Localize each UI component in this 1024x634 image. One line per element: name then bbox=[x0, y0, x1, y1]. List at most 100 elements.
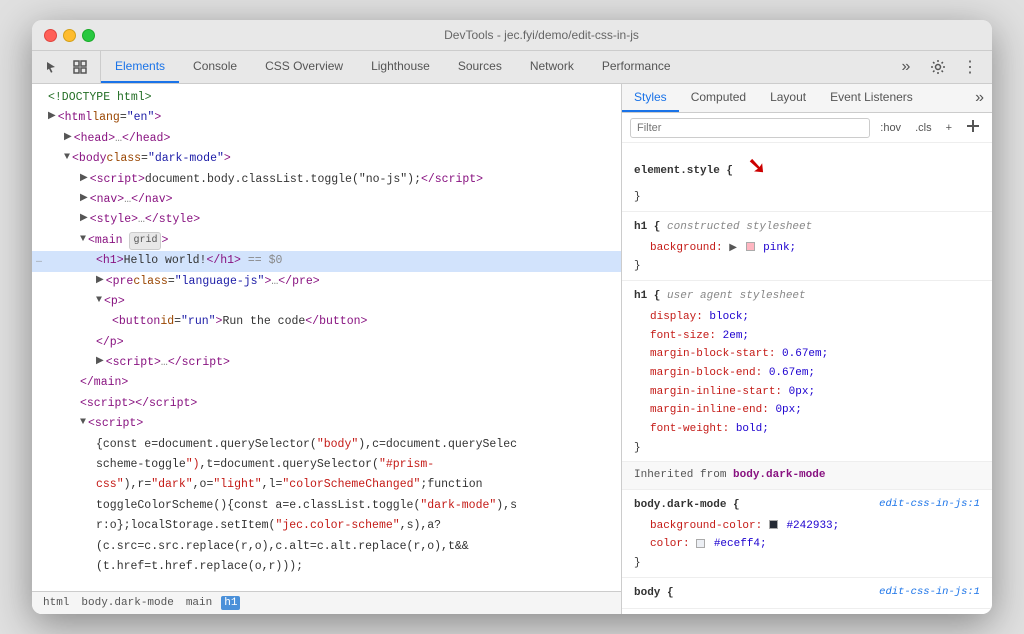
maximize-button[interactable] bbox=[82, 29, 95, 42]
hov-button[interactable]: :hov bbox=[876, 120, 905, 136]
tab-layout[interactable]: Layout bbox=[758, 84, 818, 112]
cursor-icon[interactable] bbox=[40, 55, 64, 79]
body-block: body { edit-css-in-js:1 bbox=[622, 578, 992, 610]
tabs-bar: Elements Console CSS Overview Lighthouse… bbox=[32, 51, 992, 84]
dom-html[interactable]: ▶<html lang="en"> bbox=[32, 108, 621, 128]
h1-useragent-selector[interactable]: h1 { user agent stylesheet bbox=[622, 285, 992, 308]
dom-js-line4: toggleColorScheme(){const a=e.classList.… bbox=[32, 496, 621, 516]
h1-user-agent-block: h1 { user agent stylesheet display: bloc… bbox=[622, 281, 992, 462]
dom-js-line6: (c.src=c.src.replace(r,o),c.alt=c.alt.re… bbox=[32, 537, 621, 557]
titlebar: DevTools - jec.fyi/demo/edit-css-in-js bbox=[32, 20, 992, 51]
kebab-menu-icon[interactable]: ⋮ bbox=[956, 53, 984, 81]
h1-constructed-block: h1 { constructed stylesheet background: … bbox=[622, 212, 992, 281]
dom-main[interactable]: ▼<main grid> bbox=[32, 231, 621, 251]
body-dark-mode-selector[interactable]: body.dark-mode { edit-css-in-js:1 bbox=[622, 494, 992, 517]
body-dark-mode-source[interactable]: edit-css-in-js:1 bbox=[879, 496, 980, 514]
breadcrumb-bar: html body.dark-mode main h1 bbox=[32, 591, 621, 614]
dom-script1[interactable]: ▶<script>document.body.classList.toggle(… bbox=[32, 170, 621, 190]
dom-script3[interactable]: <script></script> bbox=[32, 394, 621, 414]
dom-body[interactable]: ▼<body class="dark-mode"> bbox=[32, 149, 621, 169]
tab-performance[interactable]: Performance bbox=[588, 51, 685, 83]
prop-display[interactable]: display: block; bbox=[622, 308, 992, 327]
h1-constructed-close-brace: } bbox=[622, 257, 992, 276]
dom-style[interactable]: ▶<style>…</style> bbox=[32, 210, 621, 230]
more-tabs-icon[interactable]: » bbox=[892, 53, 920, 81]
traffic-lights bbox=[44, 29, 95, 42]
prop-margin-block-start[interactable]: margin-block-start: 0.67em; bbox=[622, 345, 992, 364]
tab-event-listeners[interactable]: Event Listeners bbox=[818, 84, 925, 112]
element-style-selector[interactable]: element.style { ➘ bbox=[622, 147, 992, 188]
prop-background-color[interactable]: background-color: #242933; bbox=[622, 517, 992, 536]
main-tabs: Elements Console CSS Overview Lighthouse… bbox=[101, 51, 884, 83]
tab-elements[interactable]: Elements bbox=[101, 51, 179, 83]
h1-useragent-label: user agent stylesheet bbox=[667, 290, 806, 302]
dom-main-close[interactable]: </main> bbox=[32, 373, 621, 393]
dom-head[interactable]: ▶<head>…</head> bbox=[32, 129, 621, 149]
settings-icon[interactable] bbox=[924, 53, 952, 81]
inherited-selector[interactable]: body.dark-mode bbox=[733, 469, 825, 481]
new-rule-icon[interactable] bbox=[962, 117, 984, 138]
prop-color[interactable]: color: #eceff4; bbox=[622, 535, 992, 554]
element-style-block: element.style { ➘ } bbox=[622, 143, 992, 212]
dom-p-open[interactable]: ▼<p> bbox=[32, 292, 621, 312]
inherited-from-label: Inherited from body.dark-mode bbox=[622, 462, 992, 490]
prop-font-size[interactable]: font-size: 2em; bbox=[622, 327, 992, 346]
tab-console[interactable]: Console bbox=[179, 51, 251, 83]
breadcrumb-html[interactable]: html bbox=[40, 596, 72, 610]
dom-js-line7: (t.href=t.href.replace(o,r))); bbox=[32, 557, 621, 577]
more-right-tabs-icon[interactable]: » bbox=[967, 84, 992, 112]
dom-h1[interactable]: … <h1>Hello world!</h1> == $0 bbox=[32, 251, 621, 271]
cls-button[interactable]: .cls bbox=[911, 120, 936, 136]
body-dark-mode-block: body.dark-mode { edit-css-in-js:1 backgr… bbox=[622, 490, 992, 578]
dom-doctype: <!DOCTYPE html> bbox=[32, 88, 621, 108]
right-tabs: Styles Computed Layout Event Listeners » bbox=[622, 84, 992, 113]
tab-css-overview[interactable]: CSS Overview bbox=[251, 51, 357, 83]
tab-network[interactable]: Network bbox=[516, 51, 588, 83]
minimize-button[interactable] bbox=[63, 29, 76, 42]
dom-js-line1: {const e=document.querySelector("body"),… bbox=[32, 435, 621, 455]
color-swatch-pink[interactable] bbox=[746, 242, 755, 251]
dom-button[interactable]: <button id="run">Run the code</button> bbox=[32, 312, 621, 332]
tab-actions: » ⋮ bbox=[884, 51, 992, 83]
styles-toolbar: :hov .cls + bbox=[622, 113, 992, 143]
dom-panel: <!DOCTYPE html> ▶<html lang="en"> ▶<head… bbox=[32, 84, 622, 614]
close-button[interactable] bbox=[44, 29, 57, 42]
dom-tree[interactable]: <!DOCTYPE html> ▶<html lang="en"> ▶<head… bbox=[32, 84, 621, 591]
dom-js-line5: r:o};localStorage.setItem("jec.color-sch… bbox=[32, 516, 621, 536]
tab-lighthouse[interactable]: Lighthouse bbox=[357, 51, 444, 83]
tab-sources[interactable]: Sources bbox=[444, 51, 516, 83]
add-style-icon[interactable]: + bbox=[942, 120, 956, 136]
dom-nav[interactable]: ▶<nav>…</nav> bbox=[32, 190, 621, 210]
color-swatch-dark[interactable] bbox=[769, 520, 778, 529]
dom-script2[interactable]: ▶<script>…</script> bbox=[32, 353, 621, 373]
dom-js-line3: css"),r="dark",o="light",l="colorSchemeC… bbox=[32, 475, 621, 495]
tab-computed[interactable]: Computed bbox=[679, 84, 758, 112]
tab-styles[interactable]: Styles bbox=[622, 84, 679, 112]
devtools-window: DevTools - jec.fyi/demo/edit-css-in-js E… bbox=[32, 20, 992, 614]
styles-content: element.style { ➘ } h1 { constructed sty… bbox=[622, 143, 992, 614]
dom-js-line2: scheme-toggle"),t=document.querySelector… bbox=[32, 455, 621, 475]
styles-panel: Styles Computed Layout Event Listeners »… bbox=[622, 84, 992, 614]
breadcrumb-h1[interactable]: h1 bbox=[221, 596, 240, 610]
prop-font-weight[interactable]: font-weight: bold; bbox=[622, 420, 992, 439]
filter-input[interactable] bbox=[630, 118, 870, 138]
breadcrumb-main[interactable]: main bbox=[183, 596, 215, 610]
inspect-icon[interactable] bbox=[68, 55, 92, 79]
dom-script4[interactable]: ▼<script> bbox=[32, 414, 621, 434]
breadcrumb-body[interactable]: body.dark-mode bbox=[78, 596, 176, 610]
prop-margin-block-end[interactable]: margin-block-end: 0.67em; bbox=[622, 364, 992, 383]
devtools-body: <!DOCTYPE html> ▶<html lang="en"> ▶<head… bbox=[32, 84, 992, 614]
h1-background-prop[interactable]: background: ▶ pink; bbox=[622, 239, 992, 258]
prop-margin-inline-end[interactable]: margin-inline-end: 0px; bbox=[622, 401, 992, 420]
dom-pre[interactable]: ▶<pre class="language-js">…</pre> bbox=[32, 272, 621, 292]
body-selector[interactable]: body { edit-css-in-js:1 bbox=[622, 582, 992, 605]
prop-margin-inline-start[interactable]: margin-inline-start: 0px; bbox=[622, 383, 992, 402]
arrow-indicator: ➘ bbox=[748, 155, 766, 180]
h1-constructed-selector[interactable]: h1 { constructed stylesheet bbox=[622, 216, 992, 239]
element-style-close-brace: } bbox=[622, 188, 992, 207]
color-swatch-light[interactable] bbox=[696, 539, 705, 548]
dom-p-close[interactable]: </p> bbox=[32, 333, 621, 353]
body-source[interactable]: edit-css-in-js:1 bbox=[879, 584, 980, 602]
tab-icons bbox=[32, 51, 101, 83]
body-dark-mode-close-brace: } bbox=[622, 554, 992, 573]
